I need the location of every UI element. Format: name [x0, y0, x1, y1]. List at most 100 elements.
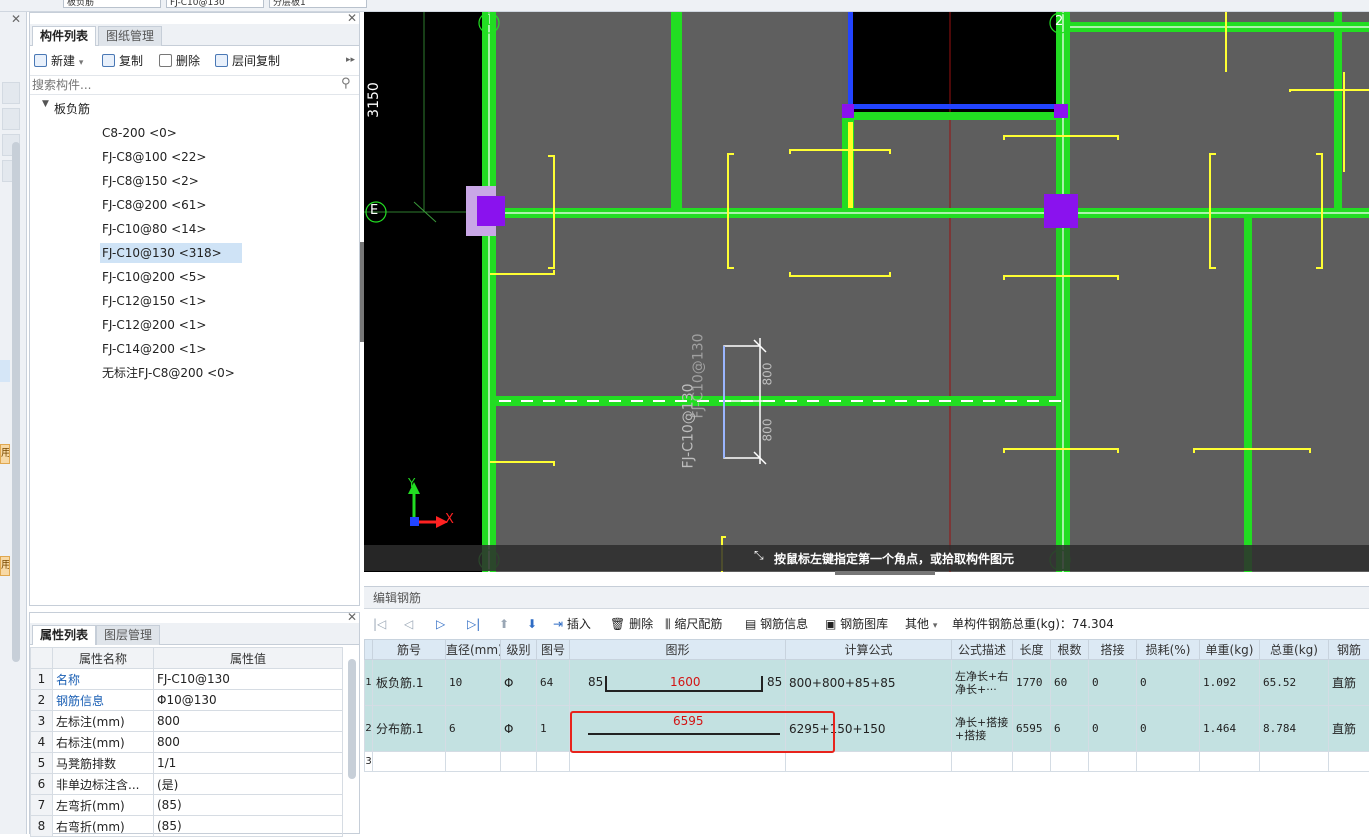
cell-fig[interactable]: [537, 752, 570, 772]
chevron-down-icon[interactable]: ▾: [79, 58, 84, 68]
property-value[interactable]: Φ10@130: [154, 690, 343, 711]
nav-cell-selected[interactable]: [0, 360, 10, 382]
property-row[interactable]: 7左弯折(mm)(85): [31, 795, 343, 816]
tab-property-list[interactable]: 属性列表: [32, 625, 96, 645]
cell-name[interactable]: 板负筋.1: [373, 660, 446, 706]
cell-len[interactable]: 1770: [1013, 660, 1051, 706]
tree-item[interactable]: FJ-C8@200 <61>: [102, 195, 206, 215]
nav-tag[interactable]: 用: [0, 556, 10, 576]
move-up-icon[interactable]: ⬆: [499, 615, 509, 633]
search-input[interactable]: [32, 77, 332, 93]
tree-item[interactable]: FJ-C10@200 <5>: [102, 267, 206, 287]
cell-desc[interactable]: 左净长+右净长+···: [952, 660, 1013, 706]
cell-lap[interactable]: 0: [1089, 660, 1137, 706]
close-icon[interactable]: ✕: [347, 610, 357, 624]
component-name-combo[interactable]: FJ-C10@130: [166, 0, 264, 8]
column-header[interactable]: 计算公式: [786, 640, 952, 660]
cell-count[interactable]: 60: [1051, 660, 1089, 706]
tree-item[interactable]: FJ-C8@150 <2>: [102, 171, 199, 191]
close-icon[interactable]: ✕: [347, 11, 357, 25]
table-row[interactable]: 2分布筋.16Φ165956295+150+150净长+搭接+搭接6595600…: [365, 706, 1369, 752]
table-row[interactable]: 3: [365, 752, 1369, 772]
splitter-handle[interactable]: [835, 571, 935, 575]
cell-grade[interactable]: [501, 752, 537, 772]
column-header[interactable]: 单重(kg): [1200, 640, 1260, 660]
cell-loss[interactable]: 0: [1137, 660, 1200, 706]
drawing-svg[interactable]: [364, 12, 1369, 572]
column-header[interactable]: 图号: [537, 640, 570, 660]
column-header[interactable]: 公式描述: [952, 640, 1013, 660]
new-button[interactable]: 新建 ▾: [34, 51, 83, 71]
cell-formula[interactable]: [786, 752, 952, 772]
component-type-combo[interactable]: 板负筋: [63, 0, 161, 8]
column-header[interactable]: 钢筋: [1329, 640, 1369, 660]
column-header[interactable]: 损耗(%): [1137, 640, 1200, 660]
property-value[interactable]: 800: [154, 732, 343, 753]
property-row[interactable]: 8右弯折(mm)(85): [31, 816, 343, 837]
cell-grade[interactable]: Φ: [501, 706, 537, 752]
cell-type[interactable]: 直筋: [1329, 660, 1369, 706]
splitter-handle[interactable]: [360, 242, 364, 342]
move-down-icon[interactable]: ⬇: [527, 615, 537, 633]
cell-loss[interactable]: 0: [1137, 706, 1200, 752]
property-scrollbar[interactable]: [348, 659, 356, 779]
cell-len[interactable]: [1013, 752, 1051, 772]
tab-component-list[interactable]: 构件列表: [32, 26, 96, 46]
column-header[interactable]: 直径(mm): [446, 640, 501, 660]
cell-unit[interactable]: 1.092: [1200, 660, 1260, 706]
nav-tag[interactable]: 用: [0, 444, 10, 464]
cell-count[interactable]: [1051, 752, 1089, 772]
table-row[interactable]: 1板负筋.110Φ6485160085800+800+85+85左净长+右净长+…: [365, 660, 1369, 706]
shape-cell[interactable]: [570, 752, 786, 772]
close-icon[interactable]: ✕: [11, 12, 21, 26]
cell-dia[interactable]: 10: [446, 660, 501, 706]
cell-dia[interactable]: [446, 752, 501, 772]
cell-name[interactable]: [373, 752, 446, 772]
cell-fig[interactable]: 64: [537, 660, 570, 706]
cell-grade[interactable]: Φ: [501, 660, 537, 706]
tree-item[interactable]: FJ-C8@100 <22>: [102, 147, 206, 167]
prev-record-icon[interactable]: ◁: [404, 615, 413, 633]
cell-len[interactable]: 6595: [1013, 706, 1051, 752]
scale-rebar-button[interactable]: ⫼ 缩尺配筋: [665, 615, 722, 633]
rebar-library-button[interactable]: ▣ 钢筋图库: [825, 615, 888, 633]
property-value[interactable]: (85): [154, 795, 343, 816]
rebar-info-button[interactable]: ▤ 钢筋信息: [745, 615, 808, 633]
property-value[interactable]: 1/1: [154, 753, 343, 774]
property-value[interactable]: FJ-C10@130: [154, 669, 343, 690]
cell-total[interactable]: 65.52: [1260, 660, 1329, 706]
nav-scrollbar[interactable]: [12, 142, 20, 662]
property-row[interactable]: 3左标注(mm)800: [31, 711, 343, 732]
nav-cell[interactable]: [2, 108, 20, 130]
cell-total[interactable]: [1260, 752, 1329, 772]
last-record-icon[interactable]: ▷|: [467, 615, 480, 633]
cell-unit[interactable]: [1200, 752, 1260, 772]
property-value[interactable]: (85): [154, 816, 343, 837]
more-icon[interactable]: ▸▸: [346, 55, 355, 65]
cell-total[interactable]: 8.784: [1260, 706, 1329, 752]
search-icon[interactable]: ⚲: [341, 76, 351, 91]
collapse-arrow-icon[interactable]: ▼: [42, 99, 49, 109]
column-header[interactable]: 长度: [1013, 640, 1051, 660]
cell-fig[interactable]: 1: [537, 706, 570, 752]
copy-button[interactable]: 复制: [102, 51, 143, 71]
cell-type[interactable]: [1329, 752, 1369, 772]
column-header[interactable]: 图形: [570, 640, 786, 660]
cell-lap[interactable]: 0: [1089, 706, 1137, 752]
cell-lap[interactable]: [1089, 752, 1137, 772]
layer-combo[interactable]: 分层板1: [269, 0, 367, 8]
column-header[interactable]: 总重(kg): [1260, 640, 1329, 660]
drawing-canvas[interactable]: 1 2 E 3150 FJ-C10@130 FJ-C10@130 800 800…: [364, 12, 1369, 572]
cell-loss[interactable]: [1137, 752, 1200, 772]
tree-item[interactable]: FJ-C12@200 <1>: [102, 315, 206, 335]
property-row[interactable]: 6非单边标注含...(是): [31, 774, 343, 795]
column-header[interactable]: 搭接: [1089, 640, 1137, 660]
floor-copy-button[interactable]: 层间复制: [215, 51, 280, 71]
property-row[interactable]: 5马凳筋排数1/1: [31, 753, 343, 774]
shape-cell[interactable]: 85160085: [570, 660, 786, 706]
tree-item[interactable]: FJ-C10@80 <14>: [102, 219, 206, 239]
cell-count[interactable]: 6: [1051, 706, 1089, 752]
column-header[interactable]: 根数: [1051, 640, 1089, 660]
cell-desc[interactable]: [952, 752, 1013, 772]
insert-button[interactable]: ⇥ 插入: [553, 615, 591, 633]
